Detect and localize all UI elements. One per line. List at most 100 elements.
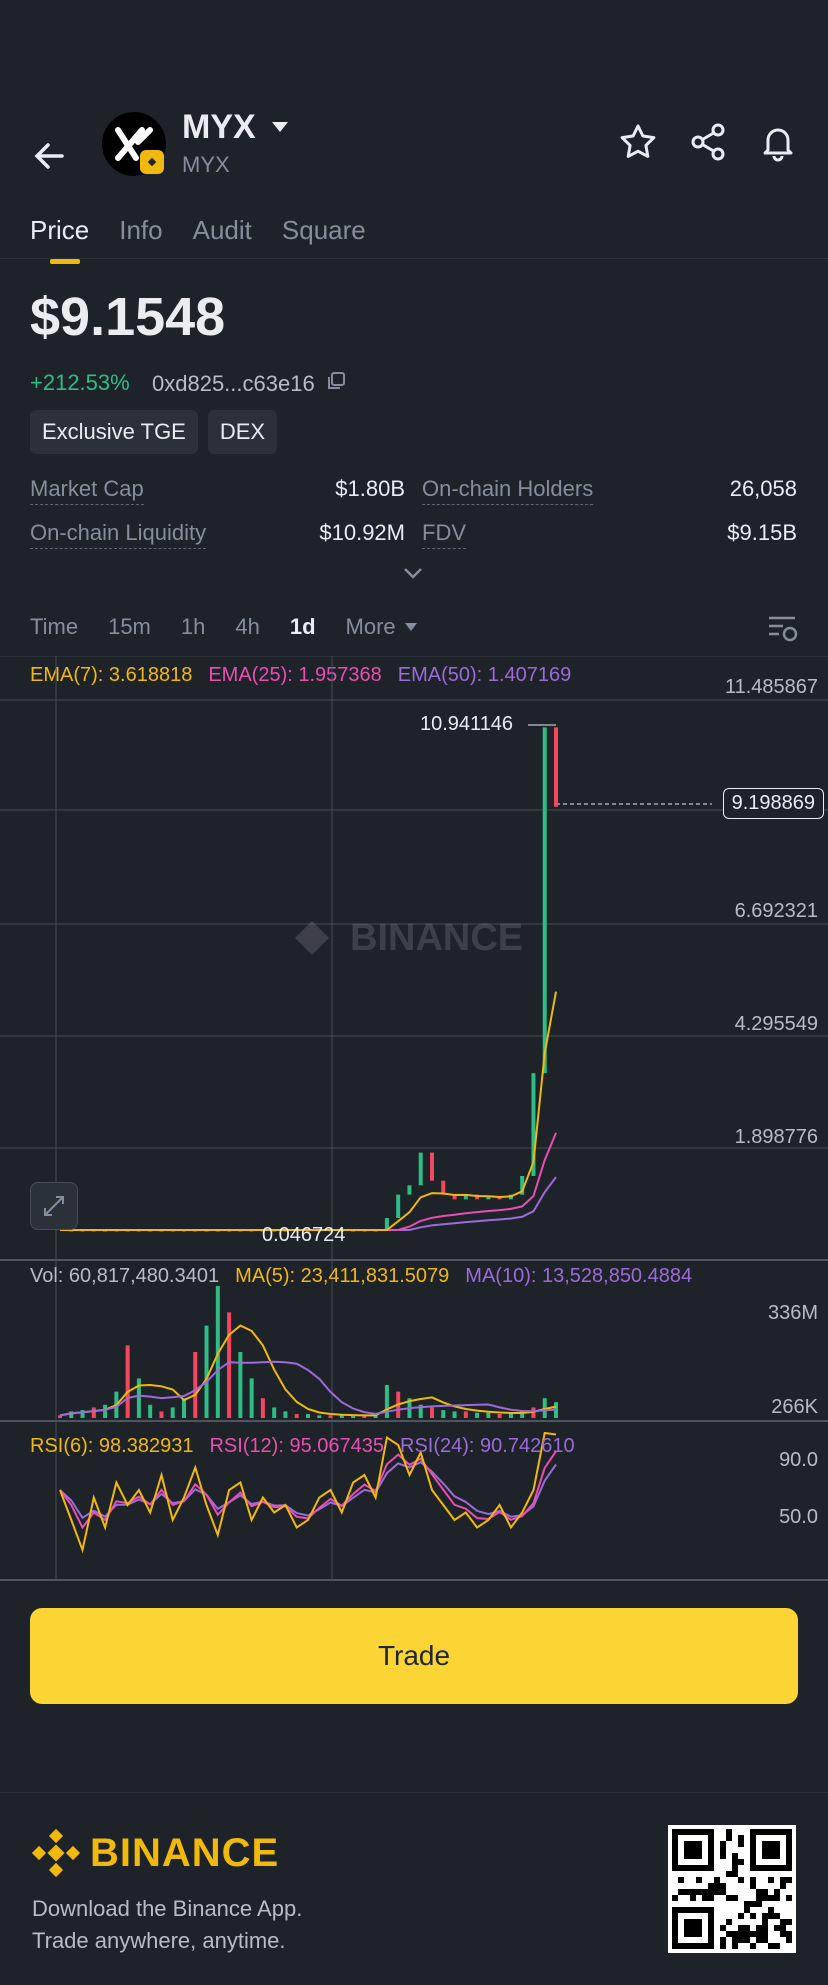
back-arrow-icon	[34, 143, 64, 169]
share-icon	[691, 123, 725, 161]
candles	[69, 727, 558, 1232]
vol-ma10-legend: MA(10): 13,528,850.4884	[465, 1265, 693, 1287]
vol-legend: Vol: 60,817,480.3401	[30, 1265, 220, 1287]
binance-brand[interactable]: BINANCE	[30, 1827, 279, 1879]
qr-code-icon	[672, 1829, 792, 1949]
rsi-legend: RSI(6): 98.382931 RSI(12): 95.067435 RSI…	[30, 1435, 575, 1458]
favorite-button[interactable]	[616, 120, 660, 164]
liquidity-label[interactable]: On-chain Liquidity	[30, 520, 207, 549]
tab-bar: Price Info Audit Square	[30, 202, 396, 264]
holders-label[interactable]: On-chain Holders	[422, 476, 594, 505]
market-cap-value: $1.80B	[335, 476, 405, 501]
low-price-label: 0.046724	[262, 1224, 346, 1246]
alert-button[interactable]	[756, 120, 800, 164]
timeframe-1h[interactable]: 1h	[181, 614, 205, 640]
share-button[interactable]	[686, 120, 730, 164]
volume-bar	[136, 1378, 141, 1418]
timeframe-4h[interactable]: 4h	[235, 614, 259, 640]
volume-bar	[497, 1414, 502, 1418]
coin-logo	[102, 112, 166, 176]
volume-legend: Vol: 60,817,480.3401 MA(5): 23,411,831.5…	[30, 1265, 692, 1288]
volume-bar	[328, 1415, 333, 1418]
caret-down-icon	[404, 623, 417, 631]
coin-symbol: MYX	[182, 152, 230, 177]
candle	[396, 1194, 401, 1219]
volume-bars	[58, 1286, 558, 1418]
volume-bar	[486, 1412, 491, 1418]
tab-audit[interactable]: Audit	[193, 215, 252, 246]
current-price: $9.1548	[30, 287, 226, 347]
fdv-value: $9.15B	[727, 520, 797, 545]
contract-address-text: 0xd825...c63e16	[152, 371, 315, 396]
timeframe-bar: Time 15m 1h 4h 1d More	[30, 614, 448, 640]
price-axis-label: 11.485867	[724, 676, 818, 698]
ema50-line	[60, 1176, 557, 1231]
high-price-label: 10.941146	[420, 713, 514, 735]
volume-bar	[283, 1411, 288, 1418]
chart-settings-icon	[769, 616, 798, 642]
tab-square[interactable]: Square	[282, 215, 366, 246]
volume-bar	[148, 1404, 153, 1418]
star-icon	[620, 124, 656, 158]
copy-icon[interactable]	[325, 370, 347, 398]
volume-bar	[430, 1407, 434, 1418]
liquidity-value: $10.92M	[319, 520, 405, 545]
volume-bar	[159, 1411, 164, 1418]
rsi24-legend: RSI(24): 90.742610	[400, 1435, 575, 1457]
expand-stats-icon[interactable]	[402, 566, 424, 585]
candle	[542, 727, 547, 1074]
price-axis-label: 6.692321	[734, 900, 818, 922]
volume-bar	[317, 1415, 322, 1418]
holders-value: 26,058	[729, 476, 797, 501]
watermark-text: BINANCE	[350, 917, 523, 959]
timeframe-1d[interactable]: 1d	[290, 614, 316, 640]
timeframe-more[interactable]: More	[346, 614, 418, 640]
brand-name: BINANCE	[90, 1830, 280, 1875]
volume-bar	[103, 1404, 108, 1418]
volume-bar	[182, 1398, 186, 1418]
volume-axis-label: 336M	[767, 1302, 818, 1324]
volume-bar	[125, 1345, 130, 1418]
market-cap-label[interactable]: Market Cap	[30, 476, 144, 505]
tab-info[interactable]: Info	[119, 215, 162, 246]
timeframe-time[interactable]: Time	[30, 614, 78, 640]
ema25-line	[60, 1132, 557, 1231]
price-change: +212.53%	[30, 370, 130, 395]
tab-price[interactable]: Price	[30, 215, 89, 264]
volume-bar	[249, 1378, 254, 1418]
ema7-line	[60, 991, 557, 1231]
coin-name[interactable]: MYX	[182, 108, 256, 147]
price-axis-label: 4.295549	[734, 1013, 818, 1035]
volume-bar	[306, 1414, 310, 1418]
footer-line-2: Trade anywhere, anytime.	[32, 1928, 286, 1953]
volume-bar	[204, 1325, 209, 1418]
volume-bar	[441, 1410, 446, 1418]
back-button[interactable]	[28, 134, 72, 178]
fullscreen-button[interactable]	[30, 1182, 78, 1230]
vol-ma5-legend: MA(5): 23,411,831.5079	[235, 1265, 450, 1287]
chart-settings-button[interactable]	[766, 612, 798, 649]
fdv-label[interactable]: FDV	[422, 520, 466, 549]
volume-bar	[91, 1407, 96, 1418]
timeframe-15m[interactable]: 15m	[108, 614, 151, 640]
rsi-axis-label: 50.0	[779, 1506, 818, 1528]
volume-bar	[272, 1407, 277, 1418]
rsi-axis-label: 90.0	[779, 1449, 818, 1471]
candle	[430, 1152, 434, 1181]
volume-bar	[384, 1385, 389, 1418]
qr-code[interactable]	[668, 1825, 796, 1953]
volume-bar	[475, 1412, 480, 1418]
expand-icon	[44, 1196, 64, 1216]
tag-exclusive-tge[interactable]: Exclusive TGE	[30, 410, 198, 454]
tag-dex[interactable]: DEX	[207, 410, 278, 454]
volume-bar	[260, 1398, 265, 1418]
divider	[0, 258, 828, 259]
contract-address: 0xd825...c63e16	[152, 370, 347, 398]
volume-bar	[463, 1411, 468, 1418]
caret-down-icon[interactable]	[270, 120, 290, 139]
footer: BINANCE Download the Binance App. Trade …	[0, 1792, 828, 1985]
trade-button[interactable]: Trade	[30, 1608, 798, 1704]
footer-line-1: Download the Binance App.	[32, 1896, 303, 1921]
rsi6-legend: RSI(6): 98.382931	[30, 1435, 194, 1457]
candle	[554, 727, 558, 807]
